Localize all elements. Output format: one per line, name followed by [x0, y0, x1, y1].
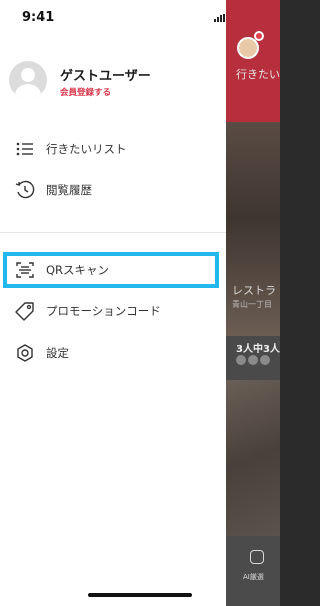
qr-scan-highlight [3, 252, 219, 288]
register-link[interactable]: 会員登録する [60, 86, 111, 98]
menu-item-label: 閲覧履歴 [46, 183, 92, 197]
avatar-body [15, 84, 41, 99]
status-bar: 9:41 [0, 0, 226, 34]
background-food-photo [226, 380, 280, 536]
menu-item-label: プロモーションコード [46, 304, 161, 318]
notification-dot [254, 31, 264, 41]
menu-item-promotion-code[interactable]: プロモーションコード [0, 294, 226, 328]
side-drawer: 9:41 ゲストユーザー 会員登録する 行きたいリスト 閲覧履歴 QRスキャン … [0, 0, 226, 606]
background-ai-label: AI厳選 [243, 573, 264, 581]
history-icon [14, 180, 36, 200]
user-name: ゲストユーザー [60, 69, 151, 84]
menu-item-label: 行きたいリスト [46, 142, 127, 156]
background-restaurant-sub: 青山一丁目 [232, 300, 272, 309]
home-indicator[interactable] [88, 593, 192, 597]
gear-icon [14, 343, 36, 363]
background-header [226, 0, 280, 122]
background-want-list-label: 行きたい [236, 68, 280, 81]
menu-item-label: 設定 [46, 346, 69, 360]
background-tab-bar [226, 536, 280, 606]
avatar-head [21, 68, 35, 82]
list-icon [14, 139, 36, 159]
tag-icon [14, 301, 36, 321]
menu-item-settings[interactable]: 設定 [0, 336, 226, 370]
signal-icon [214, 14, 226, 22]
ai-icon [250, 550, 264, 564]
status-time: 9:41 [22, 10, 55, 25]
menu-item-history[interactable]: 閲覧履歴 [0, 173, 226, 207]
divider [0, 232, 226, 233]
menu-item-want-list[interactable]: 行きたいリスト [0, 132, 226, 166]
background-restaurant-label: レストラ [232, 284, 276, 297]
background-mini-avatars [236, 355, 276, 367]
avatar[interactable] [9, 61, 47, 99]
background-count-label: 3人中3人 [236, 344, 280, 355]
profile-section[interactable]: ゲストユーザー 会員登録する [0, 54, 226, 114]
